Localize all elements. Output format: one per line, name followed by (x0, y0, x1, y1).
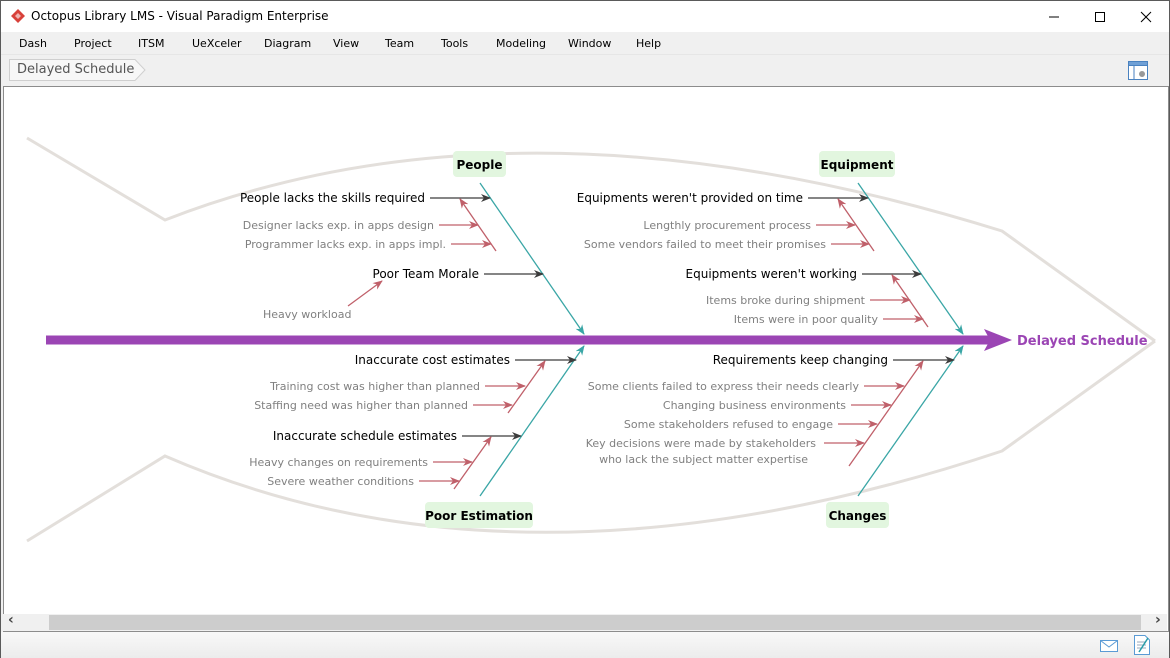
category-label: Changes (829, 509, 887, 523)
bone-people (479, 182, 585, 335)
cause-label: Inaccurate cost estimates (355, 353, 510, 367)
minimize-button[interactable] (1031, 1, 1077, 32)
menu-bar: Dash Project ITSM UeXceler Diagram View … (1, 32, 1169, 54)
subcause-label: Severe weather conditions (267, 475, 414, 488)
document-edit-icon[interactable] (1134, 635, 1150, 655)
diagram-canvas[interactable]: Delayed Schedule People Equipment Poor E… (3, 86, 1169, 632)
maximize-icon (1095, 11, 1105, 22)
menu-diagram[interactable]: Diagram (264, 37, 311, 50)
subcause-label: Some stakeholders refused to engage (624, 418, 833, 431)
menu-team[interactable]: Team (385, 37, 414, 50)
category-poor-estimation[interactable]: Poor Estimation (425, 502, 533, 528)
cause-label: Poor Team Morale (373, 267, 479, 281)
subcause-label: Some clients failed to express their nee… (588, 380, 860, 393)
bone-changes (857, 345, 964, 497)
subcause[interactable]: Heavy changes on requirements (249, 456, 473, 469)
subcause-label: Heavy changes on requirements (249, 456, 428, 469)
minimize-icon (1049, 16, 1059, 17)
subcause[interactable]: Key decisions were made by stakeholders … (586, 437, 865, 466)
subcause-label: Programmer lacks exp. in apps impl. (245, 238, 446, 251)
subcause[interactable]: Severe weather conditions (267, 475, 460, 488)
problem-label: Delayed Schedule (1017, 334, 1148, 349)
diagram-navigator-icon[interactable] (1128, 61, 1148, 81)
cause[interactable]: People lacks the skills required (240, 191, 491, 205)
menu-dash[interactable]: Dash (19, 37, 47, 50)
subcause-label: Designer lacks exp. in apps design (243, 219, 434, 232)
cause[interactable]: Requirements keep changing (713, 353, 955, 367)
subcause[interactable]: Some stakeholders refused to engage (624, 418, 878, 431)
scroll-left-button[interactable]: ‹ (8, 612, 14, 628)
cause-label: People lacks the skills required (240, 191, 425, 205)
menu-view[interactable]: View (333, 37, 359, 50)
subcause-label: Lengthly procurement process (643, 219, 811, 232)
subcause[interactable]: Some vendors failed to meet their promis… (584, 238, 870, 251)
subcause[interactable]: Items were in poor quality (734, 313, 924, 326)
sub-bone (453, 436, 492, 490)
toolbar: Delayed Schedule (1, 54, 1169, 85)
cause[interactable]: Inaccurate schedule estimates (273, 429, 522, 443)
window-title: Octopus Library LMS - Visual Paradigm En… (31, 9, 329, 23)
maximize-button[interactable] (1077, 1, 1123, 32)
subcause[interactable]: Heavy workload (263, 280, 383, 321)
subcause[interactable]: Training cost was higher than planned (269, 380, 526, 393)
cause-label: Inaccurate schedule estimates (273, 429, 457, 443)
cause-label: Equipments weren't provided on time (577, 191, 803, 205)
menu-help[interactable]: Help (636, 37, 661, 50)
horizontal-scrollbar[interactable]: ‹ › (3, 612, 1167, 631)
cause-label: Requirements keep changing (713, 353, 888, 367)
cause-label: Equipments weren't working (686, 267, 857, 281)
subcause-label: Items were in poor quality (734, 313, 879, 326)
mail-icon[interactable] (1100, 640, 1118, 652)
menu-modeling[interactable]: Modeling (496, 37, 546, 50)
subcause[interactable]: Designer lacks exp. in apps design (243, 219, 479, 232)
category-label: Equipment (821, 158, 894, 172)
category-people[interactable]: People (453, 151, 506, 177)
subcause-label: Staffing need was higher than planned (254, 399, 468, 412)
category-equipment[interactable]: Equipment (819, 151, 895, 177)
category-changes[interactable]: Changes (826, 502, 889, 528)
app-logo-icon (11, 9, 25, 23)
scrollbar-thumb[interactable] (49, 615, 1141, 630)
menu-project[interactable]: Project (74, 37, 112, 50)
subcause-label: Items broke during shipment (706, 294, 866, 307)
subcause[interactable]: Items broke during shipment (706, 294, 911, 307)
cause[interactable]: Poor Team Morale (373, 267, 544, 281)
category-label: Poor Estimation (425, 509, 533, 523)
subcause[interactable]: Lengthly procurement process (643, 219, 856, 232)
bone-poor-estimation (479, 345, 585, 497)
subcause-label: Changing business environments (663, 399, 846, 412)
subcause[interactable]: Changing business environments (663, 399, 892, 412)
app-window: Octopus Library LMS - Visual Paradigm En… (0, 0, 1170, 658)
scroll-right-button[interactable]: › (1155, 612, 1161, 628)
subcause-arrow (347, 280, 383, 307)
subcause-label: Some vendors failed to meet their promis… (584, 238, 826, 251)
menu-tools[interactable]: Tools (441, 37, 468, 50)
subcause-label-line2: who lack the subject matter expertise (599, 453, 808, 466)
subcause-label: Heavy workload (263, 308, 351, 321)
category-label: People (456, 158, 502, 172)
cause[interactable]: Equipments weren't working (686, 267, 922, 281)
subcause[interactable]: Staffing need was higher than planned (254, 399, 513, 412)
fishbone-diagram: Delayed Schedule People Equipment Poor E… (26, 136, 1156, 543)
status-bar (1, 632, 1169, 658)
subcause-label: Training cost was higher than planned (269, 380, 480, 393)
menu-uexceler[interactable]: UeXceler (192, 37, 242, 50)
sub-bone (848, 360, 924, 467)
subcause-label: Key decisions were made by stakeholders (586, 437, 817, 450)
menu-window[interactable]: Window (568, 37, 611, 50)
close-icon (1140, 11, 1152, 22)
subcause[interactable]: Programmer lacks exp. in apps impl. (245, 238, 492, 251)
title-bar: Octopus Library LMS - Visual Paradigm En… (1, 1, 1169, 32)
subcause[interactable]: Some clients failed to express their nee… (588, 380, 905, 393)
close-button[interactable] (1123, 1, 1169, 32)
breadcrumb-item: Delayed Schedule (17, 62, 135, 77)
sub-bone (507, 360, 546, 414)
menu-itsm[interactable]: ITSM (138, 37, 164, 50)
cause[interactable]: Equipments weren't provided on time (577, 191, 869, 205)
